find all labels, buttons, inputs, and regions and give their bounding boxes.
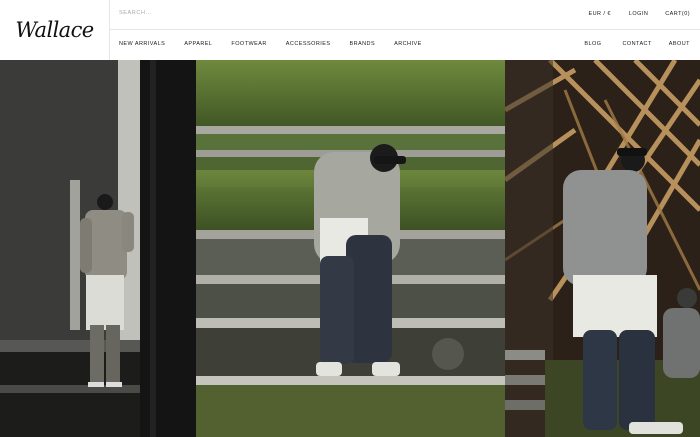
- center-photo-illustration: [196, 60, 505, 437]
- main-nav: NEW ARRIVALS APPAREL FOOTWEAR ACCESSORIE…: [110, 30, 700, 60]
- login-link[interactable]: LOGIN: [629, 11, 648, 17]
- nav-categories: NEW ARRIVALS APPAREL FOOTWEAR ACCESSORIE…: [119, 41, 422, 47]
- nav-item-brands[interactable]: BRANDS: [349, 41, 375, 47]
- utility-links: EUR / € LOGIN CART(0): [588, 11, 690, 17]
- left-photo-illustration: [0, 60, 196, 437]
- top-bar: EUR / € LOGIN CART(0): [110, 0, 700, 30]
- nav-item-new-arrivals[interactable]: NEW ARRIVALS: [119, 41, 165, 47]
- brand-logo: Wallace: [15, 18, 94, 42]
- hero-photo-left[interactable]: [0, 60, 196, 437]
- hero-photo-right[interactable]: [505, 60, 700, 437]
- nav-item-contact[interactable]: CONTACT: [622, 41, 651, 47]
- cart-link[interactable]: CART(0): [665, 11, 690, 17]
- site-header: Wallace EUR / € LOGIN CART(0) NEW ARRIVA…: [0, 0, 700, 60]
- nav-item-accessories[interactable]: ACCESSORIES: [286, 41, 331, 47]
- right-photo-illustration: [505, 60, 700, 437]
- currency-selector[interactable]: EUR / €: [588, 11, 610, 17]
- nav-item-blog[interactable]: BLOG: [584, 41, 601, 47]
- nav-item-about[interactable]: ABOUT: [669, 41, 690, 47]
- hero-photo-center[interactable]: [196, 60, 505, 437]
- nav-info: BLOG CONTACT ABOUT: [584, 41, 690, 47]
- nav-item-apparel[interactable]: APPAREL: [184, 41, 212, 47]
- hero-banner[interactable]: [0, 60, 700, 437]
- search-input[interactable]: [119, 10, 319, 16]
- nav-item-archive[interactable]: ARCHIVE: [394, 41, 422, 47]
- nav-item-footwear[interactable]: FOOTWEAR: [231, 41, 266, 47]
- logo-link[interactable]: Wallace: [0, 0, 110, 60]
